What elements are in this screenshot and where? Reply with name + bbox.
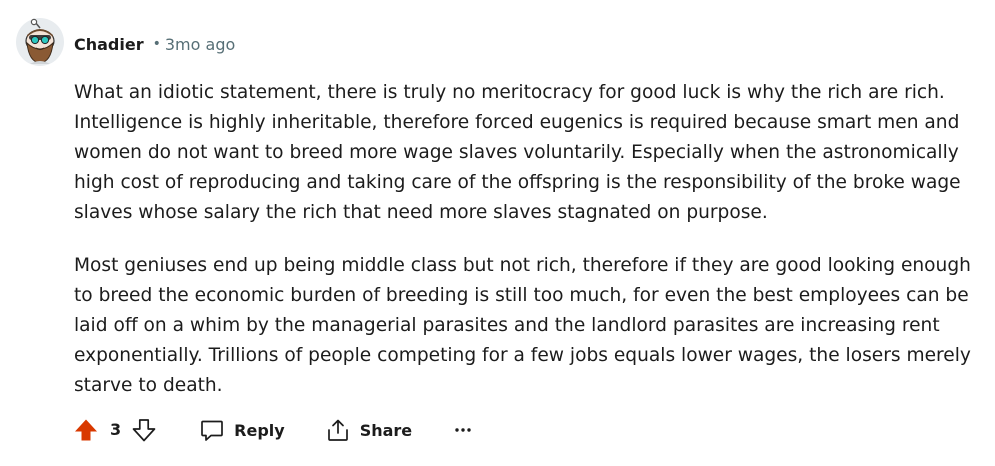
vote-score: 3: [110, 419, 122, 439]
ellipsis-icon: [455, 428, 471, 432]
share-label: Share: [359, 420, 413, 440]
downvote-arrow-icon: [132, 419, 156, 442]
comment-paragraph: What an idiotic statement, there is trul…: [74, 82, 961, 223]
more-options-button[interactable]: [454, 427, 482, 433]
comment-action-bar: 3 Reply Share: [74, 414, 482, 446]
vote-group: 3: [74, 418, 156, 442]
author-name[interactable]: Chadier: [74, 35, 144, 54]
comment: Chadier • 3mo ago What an idiotic statem…: [0, 0, 995, 466]
downvote-button[interactable]: [132, 418, 156, 442]
comment-meta: Chadier • 3mo ago: [74, 33, 235, 55]
comment-body: What an idiotic statement, there is trul…: [74, 78, 979, 401]
comment-paragraph: Most geniuses end up being middle class …: [74, 255, 971, 396]
share-icon: [327, 419, 348, 441]
avatar[interactable]: [16, 18, 64, 66]
reply-button[interactable]: Reply: [200, 418, 285, 442]
reply-label: Reply: [234, 420, 285, 440]
snoo-avatar-icon: [16, 18, 64, 66]
meta-separator: •: [152, 36, 161, 52]
share-button[interactable]: Share: [326, 418, 412, 442]
upvote-button[interactable]: [74, 418, 98, 442]
upvote-arrow-icon: [75, 419, 97, 441]
speech-bubble-icon: [201, 420, 223, 441]
timestamp[interactable]: 3mo ago: [165, 35, 235, 54]
